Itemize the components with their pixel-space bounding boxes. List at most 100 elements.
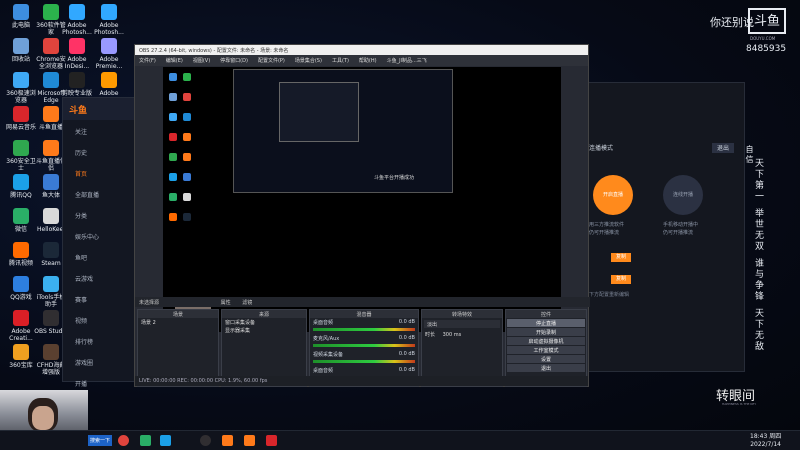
desktop-icon[interactable]: 腾讯QQ [4, 174, 38, 199]
obs-control-button[interactable]: 退出 [507, 364, 585, 372]
obs-menu-item[interactable]: 斗鱼_JI制品...三飞 [387, 57, 427, 64]
volume-meter[interactable] [313, 360, 415, 363]
obs-menu-item[interactable]: 停靠窗口(D) [220, 57, 248, 64]
netease-music-taskbar-icon[interactable] [266, 435, 277, 446]
qq-taskbar-icon[interactable] [160, 435, 171, 446]
douyu-menu-item[interactable]: 娱乐中心 [63, 225, 141, 246]
obs-control-button[interactable]: 开始录制 [507, 328, 585, 336]
taskbar-search-button[interactable]: 搜索一下 [88, 435, 112, 446]
copy-key-button[interactable]: 复制 [611, 275, 631, 284]
desktop-icon[interactable]: 此电脑 [4, 4, 38, 29]
mixer-channel-name: 视频采集设备 [313, 352, 344, 358]
douyu-menu-item[interactable]: 赛事 [63, 288, 141, 309]
douyu-menu-item[interactable]: 首页 [63, 162, 141, 183]
obs-menu-item[interactable]: 帮助(H) [359, 57, 377, 64]
obs-menu-item[interactable]: 工具(T) [332, 57, 349, 64]
desktop-icon[interactable]: 360安全卫士 [4, 140, 38, 172]
desktop-icon[interactable]: 微信 [4, 208, 38, 233]
transition-duration[interactable]: 时长 300 ms [422, 330, 502, 338]
obs-menu-item[interactable]: 文件(F) [139, 57, 156, 64]
desktop-icon[interactable]: Adobe Creati... [4, 310, 38, 342]
desktop-app-icon [69, 4, 85, 20]
desktop-icon-label: Adobe InDesi... [64, 56, 90, 70]
preview-desktop-icon [169, 113, 177, 121]
taskbar: 搜索一下 18:43 周四 2022/7/14 [0, 430, 800, 450]
copy-url-button[interactable]: 复制 [611, 253, 631, 262]
douyu-menu-item[interactable]: 开播 [63, 372, 141, 388]
link-stream-button[interactable]: 连线开播 [663, 175, 703, 215]
desktop-app-icon [13, 4, 29, 20]
preview-desktop-icon [183, 153, 191, 161]
desktop-icon-label: 回收站 [11, 56, 30, 63]
douyu-menu-item[interactable]: 分类 [63, 204, 141, 225]
douyu-menu-item[interactable]: 视频 [63, 309, 141, 330]
mixer-channel-db: 0.0 dB [398, 351, 415, 357]
douyu-logo: 斗鱼 [63, 98, 141, 120]
douyu-companion-taskbar-icon[interactable] [244, 435, 255, 446]
mixer-channels: 桌面音频 0.0 dB 麦克风/Aux 0.0 dB 视频采集设备 0.0 dB 桌面音频 0… [310, 318, 418, 382]
obs-menu-item[interactable]: 编辑(E) [166, 57, 183, 64]
preview-desktop-icon [169, 93, 177, 101]
obs-menu-item[interactable]: 视图(V) [193, 57, 210, 64]
obs-menu-item[interactable]: 场景集合(S) [295, 57, 322, 64]
desktop-icon[interactable]: 360宝库 [4, 344, 38, 369]
desktop-icon[interactable]: QQ游戏 [4, 276, 38, 301]
mixer-channel-db: 0.0 dB [398, 367, 415, 373]
douyu-menu-item[interactable]: 云游戏 [63, 267, 141, 288]
desktop-app-icon [13, 38, 29, 54]
chrome-taskbar-icon[interactable] [118, 435, 129, 446]
controls-buttons: 停止直播 开始录制 启动虚拟摄像机 工作室模式 设置 退出 [506, 319, 586, 372]
exit-button[interactable]: 退出 [712, 143, 734, 153]
transition-select[interactable]: 淡出 [424, 320, 500, 328]
source-item-0[interactable]: 窗口采集设备 [222, 318, 306, 326]
desktop-icon[interactable]: Adobe Photosh... [60, 4, 94, 36]
preview-desktop-icon [169, 213, 177, 221]
douyu-menu-item[interactable]: 排行榜 [63, 330, 141, 351]
desktop-app-icon [13, 72, 29, 88]
wechat-taskbar-icon[interactable] [140, 435, 151, 446]
desktop-icon[interactable]: 360极速浏览器 [4, 72, 38, 104]
filters-button[interactable]: 滤镜 [242, 300, 252, 306]
scene-item[interactable]: 场景 2 [138, 318, 218, 326]
obs-control-button[interactable]: 工作室模式 [507, 346, 585, 354]
desktop-icon[interactable]: Adobe Premie... [92, 38, 126, 70]
desktop-icon-label: Adobe Premie... [95, 56, 123, 70]
preview-desktop-icon [183, 193, 191, 201]
douyu-menu-item[interactable]: 关注 [63, 120, 141, 141]
duration-value: 300 ms [442, 332, 462, 338]
desktop-app-icon [101, 4, 117, 20]
desktop-app-icon [13, 208, 29, 224]
webcam-face [32, 406, 54, 430]
desktop-icon[interactable]: 剪映专业版 [60, 72, 94, 97]
desktop-app-icon [101, 38, 117, 54]
douyu-taskbar-icon[interactable] [222, 435, 233, 446]
obs-preview[interactable]: 斗鱼平台开播成功 [163, 67, 561, 332]
douyu-menu-item[interactable]: 历史 [63, 141, 141, 162]
desktop-icon[interactable]: 腾讯视频 [4, 242, 38, 267]
obs-control-button[interactable]: 设置 [507, 355, 585, 363]
start-stream-button[interactable]: 开启直播 [593, 175, 633, 215]
obs-menu-item[interactable]: 配置文件(P) [258, 57, 285, 64]
source-item-1[interactable]: 显示器采集 [222, 326, 306, 334]
overlay-bottom-sub: HAPPINESS IS THE KEY [722, 402, 757, 406]
douyu-stream-panel: 连播模式 退出 开启直播 连线开播 用三方推流软件 仍可开播推流 手机移动开播中… [580, 82, 745, 372]
desktop-app-icon [13, 310, 29, 326]
obs-taskbar-icon[interactable] [200, 435, 211, 446]
desktop-app-icon [43, 242, 59, 258]
douyu-menu-item[interactable]: 全部直播 [63, 183, 141, 204]
obs-control-button[interactable]: 启动虚拟摄像机 [507, 337, 585, 345]
obs-control-button[interactable]: 停止直播 [507, 319, 585, 327]
volume-meter[interactable] [313, 344, 415, 347]
desktop-icon[interactable]: Adobe Photosh... [92, 4, 126, 36]
douyu-menu-item[interactable]: 游戏圈 [63, 351, 141, 372]
desktop-icon[interactable]: 回收站 [4, 38, 38, 63]
properties-button[interactable]: 属性 [221, 300, 231, 306]
desktop-icon[interactable]: 网易云音乐 [4, 106, 38, 131]
taskbar-clock[interactable]: 18:43 周四 2022/7/14 [750, 433, 781, 449]
desktop-icon-label: QQ游戏 [10, 294, 32, 301]
desktop-icon[interactable]: Adobe InDesi... [60, 38, 94, 70]
desktop-app-icon [43, 140, 59, 156]
volume-meter[interactable] [313, 328, 415, 331]
douyu-menu-item[interactable]: 鱼吧 [63, 246, 141, 267]
douyu-client-window: 斗鱼 关注历史首页全部直播分类娱乐中心鱼吧云游戏赛事视频排行榜游戏圈开播客服 [62, 97, 142, 401]
